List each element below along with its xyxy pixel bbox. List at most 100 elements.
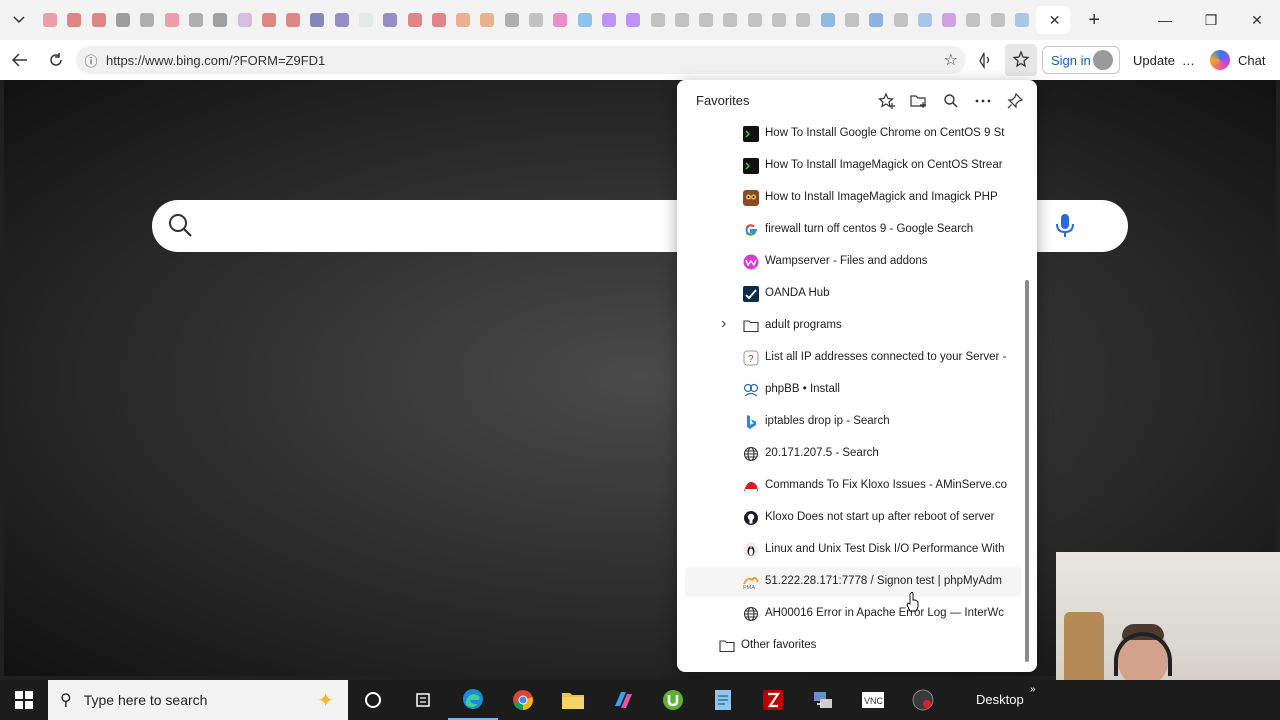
browser-tab[interactable] [743,6,767,34]
browser-tab[interactable] [791,6,815,34]
tab-actions-menu-button[interactable] [0,0,38,40]
restore-button[interactable]: ❐ [1188,0,1234,40]
browser-tab[interactable] [87,6,111,34]
browser-tab[interactable] [645,6,669,34]
taskbar-notepad-app[interactable] [698,680,748,720]
refresh-button[interactable] [38,44,74,76]
favorite-item[interactable]: ? List all IP addresses connected to your… [685,343,1021,373]
favorite-item[interactable]: iptables drop ip - Search [685,407,1021,437]
chevron-right-icon[interactable]: › [721,315,726,333]
browser-tab[interactable] [451,6,475,34]
browser-tab[interactable] [427,6,451,34]
close-tab-icon[interactable]: ✕ [1049,12,1061,29]
browser-tab[interactable] [281,6,305,34]
taskbar-search-box[interactable]: ⚲ Type here to search ✦ [48,680,348,720]
taskbar-edge-app[interactable] [448,680,498,720]
browser-tab[interactable] [548,6,572,34]
browser-tab[interactable] [208,6,232,34]
favorite-item[interactable]: 20.171.207.5 - Search [685,439,1021,469]
close-window-button[interactable]: ✕ [1234,0,1280,40]
more-options-icon[interactable]: … [1182,53,1195,68]
taskbar-chrome-app[interactable] [498,680,548,720]
browser-tab[interactable] [159,6,183,34]
browser-tab[interactable] [986,6,1010,34]
browser-tab[interactable] [597,6,621,34]
favorite-item[interactable]: Linux and Unix Test Disk I/O Performance… [685,535,1021,565]
browser-tab[interactable] [402,6,426,34]
double-chevron-icon[interactable]: » [1030,684,1036,695]
favorites-button[interactable] [1005,44,1037,76]
browser-tab[interactable] [524,6,548,34]
browser-tab[interactable] [840,6,864,34]
browser-tab[interactable] [354,6,378,34]
taskbar-obs-app[interactable] [898,680,948,720]
browser-tab[interactable] [864,6,888,34]
task-view-button[interactable] [398,680,448,720]
favorite-item[interactable]: How To Install Google Chrome on CentOS 9… [685,119,1021,149]
copilot-chat-button[interactable]: Chat [1206,46,1274,74]
favorite-item[interactable]: How To Install ImageMagick on CentOS Str… [685,151,1021,181]
back-button[interactable] [2,44,38,76]
active-browser-tab[interactable]: ✕ [1036,6,1071,34]
minimize-button[interactable]: — [1142,0,1188,40]
browser-tab[interactable] [378,6,402,34]
microphone-icon[interactable] [1054,213,1076,239]
taskbar-vnc-app[interactable]: VNC [848,680,898,720]
browser-tab[interactable] [718,6,742,34]
add-folder-button[interactable] [907,89,931,113]
favorite-item[interactable]: Kloxo Does not start up after reboot of … [685,503,1021,533]
browser-tab[interactable] [888,6,912,34]
favorite-item[interactable]: How to Install ImageMagick and Imagick P… [685,183,1021,213]
favorite-item[interactable]: Wampserver - Files and addons [685,247,1021,277]
favorite-item[interactable]: AH00016 Error in Apache Error Log — Inte… [685,599,1021,629]
favorites-scrollbar[interactable] [1025,280,1029,662]
favorites-folder[interactable]: › adult programs [685,311,1021,341]
add-favorite-star-icon[interactable]: ☆ [944,50,958,70]
add-this-page-button[interactable] [875,89,899,113]
browser-tab[interactable] [913,6,937,34]
taskbar-file-explorer-app[interactable] [548,680,598,720]
browser-tab[interactable] [670,6,694,34]
browser-tab[interactable] [500,6,524,34]
browser-tab[interactable] [111,6,135,34]
browser-tab[interactable] [135,6,159,34]
taskbar-network-app[interactable] [798,680,848,720]
address-bar[interactable]: ⓘ https://www.bing.com/?FORM=Z9FD1 ☆ [76,46,966,74]
browser-tab[interactable] [257,6,281,34]
new-tab-button[interactable]: + [1078,4,1110,36]
favorite-item[interactable]: Commands To Fix Kloxo Issues - AMinServe… [685,471,1021,501]
update-button[interactable]: Update … [1126,46,1200,74]
search-favorites-button[interactable] [939,89,963,113]
start-button[interactable] [0,680,48,720]
favorite-item[interactable]: firewall turn off centos 9 - Google Sear… [685,215,1021,245]
browser-tab[interactable] [62,6,86,34]
browser-tab[interactable] [184,6,208,34]
favorite-item[interactable]: PMA 51.222.28.171:7778 / Signon test | ph… [685,567,1021,597]
cortana-button[interactable] [348,680,398,720]
browser-tab[interactable] [767,6,791,34]
other-favorites-folder[interactable]: Other favorites [685,631,1021,661]
browser-tab[interactable] [573,6,597,34]
browser-tab[interactable] [621,6,645,34]
site-info-icon[interactable]: ⓘ [76,51,106,70]
favorite-item[interactable]: OANDA Hub [685,279,1021,309]
favorite-item[interactable]: phpBB • Install [685,375,1021,405]
more-options-button[interactable] [971,89,995,113]
browser-tab[interactable] [330,6,354,34]
taskbar-utorrent-app[interactable] [648,680,698,720]
extension-button[interactable] [970,44,1002,76]
pin-favorites-button[interactable] [1003,89,1027,113]
browser-tab[interactable] [1010,6,1034,34]
taskbar-copilot-app[interactable] [598,680,648,720]
sign-in-button[interactable]: Sign in [1042,46,1120,74]
browser-tab[interactable] [937,6,961,34]
browser-tab[interactable] [38,6,62,34]
desktop-toolbar-label[interactable]: Desktop [976,692,1024,707]
taskbar-filezilla-app[interactable] [748,680,798,720]
address-url[interactable]: https://www.bing.com/?FORM=Z9FD1 [106,53,325,68]
browser-tab[interactable] [961,6,985,34]
browser-tab[interactable] [305,6,329,34]
browser-tab[interactable] [232,6,256,34]
browser-tab[interactable] [475,6,499,34]
browser-tab[interactable] [816,6,840,34]
